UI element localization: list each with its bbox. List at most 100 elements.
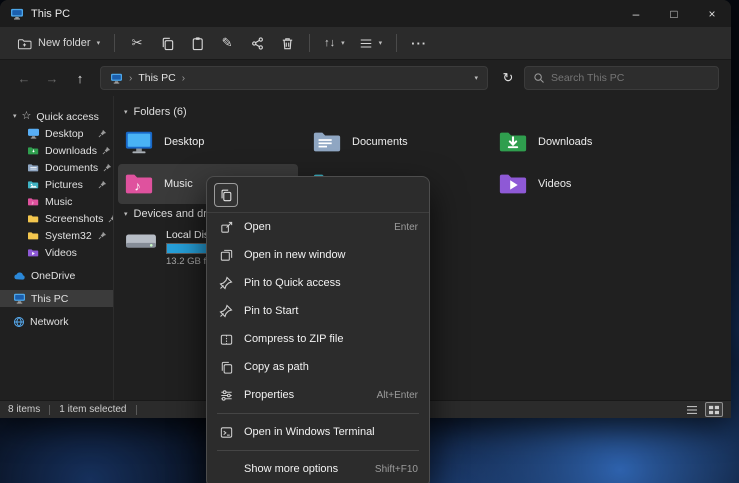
- menu-item-label: Pin to Quick access: [244, 277, 341, 289]
- back-button[interactable]: ←: [12, 66, 36, 90]
- paste-button[interactable]: [182, 31, 212, 55]
- view-button[interactable]: ▾: [352, 33, 390, 54]
- videos-tile-icon: [498, 169, 528, 199]
- titlebar: This PC – □ ×: [0, 0, 731, 27]
- chevron-down-icon: ▾: [341, 40, 345, 47]
- folder-tile-label: Documents: [352, 136, 408, 148]
- sidebar-item-screenshots[interactable]: Screenshots: [0, 210, 113, 227]
- address-bar[interactable]: › This PC › ▾: [100, 66, 488, 90]
- breadcrumb-separator[interactable]: ›: [182, 73, 185, 84]
- sidebar-item-documents[interactable]: Documents: [0, 159, 113, 176]
- sidebar-item-videos[interactable]: Videos: [0, 244, 113, 261]
- sidebar-item-downloads[interactable]: Downloads: [0, 142, 113, 159]
- menu-item-label: Open in new window: [244, 249, 346, 261]
- close-button[interactable]: ×: [693, 0, 731, 27]
- menu-item-label: Show more options: [244, 463, 338, 475]
- address-row: ← → ↑ › This PC › ▾ ↻: [0, 60, 731, 96]
- drive-icon: [124, 228, 158, 256]
- properties-icon: [218, 388, 234, 403]
- new-folder-button[interactable]: New folder ▾: [10, 33, 107, 54]
- rename-button[interactable]: ✎: [212, 31, 242, 55]
- menu-item-properties[interactable]: Properties Alt+Enter: [207, 381, 429, 409]
- folder-tile-label: Music: [164, 178, 193, 190]
- folder-tile-desktop[interactable]: Desktop: [118, 122, 298, 162]
- cut-button[interactable]: ✂: [122, 31, 152, 55]
- pin-icon: [102, 146, 111, 155]
- pin-icon: [98, 129, 107, 138]
- folders-section-header[interactable]: ▾ Folders (6): [124, 106, 187, 118]
- share-button[interactable]: [242, 31, 272, 55]
- folder-tile-videos[interactable]: Videos: [492, 164, 672, 204]
- folder-tile-documents[interactable]: Documents: [306, 122, 486, 162]
- sidebar-item-label: Screenshots: [45, 213, 103, 225]
- sidebar-item-pictures[interactable]: Pictures: [0, 176, 113, 193]
- breadcrumb-location[interactable]: This PC: [138, 72, 175, 84]
- pin-icon: [103, 163, 112, 172]
- folder-icon: [27, 213, 40, 224]
- downloads-tile-icon: [498, 127, 528, 157]
- selected-count: 1 item selected: [59, 404, 126, 415]
- details-view-button[interactable]: [683, 402, 701, 417]
- delete-button[interactable]: [272, 31, 302, 55]
- sidebar-item-label: Pictures: [45, 179, 83, 191]
- folder-tile-label: Videos: [538, 178, 571, 190]
- copy-button[interactable]: [214, 183, 238, 207]
- menu-item-pin-to-quick-access[interactable]: Pin to Quick access: [207, 269, 429, 297]
- sidebar-item-label: Downloads: [45, 145, 97, 157]
- more-options-button[interactable]: ···: [404, 31, 434, 55]
- sidebar-item-quick-access[interactable]: ▾ ☆ Quick access: [0, 108, 113, 125]
- address-dropdown-chevron-icon[interactable]: ▾: [474, 75, 478, 82]
- menu-separator: [217, 450, 419, 451]
- menu-item-label: Copy as path: [244, 361, 309, 373]
- up-button[interactable]: ↑: [68, 66, 92, 90]
- folder-tile-downloads[interactable]: Downloads: [492, 122, 672, 162]
- open-icon: [218, 220, 234, 235]
- sidebar-item-label: Quick access: [36, 111, 98, 123]
- menu-item-copy-as-path[interactable]: Copy as path: [207, 353, 429, 381]
- toolbar-separator: [309, 34, 310, 52]
- minimize-button[interactable]: –: [617, 0, 655, 27]
- forward-button[interactable]: →: [40, 66, 64, 90]
- sort-icon: ↑↓: [324, 37, 335, 49]
- desktop-wallpaper: { "titlebar": { "title": "This PC" }, "i…: [0, 0, 739, 483]
- menu-item-open[interactable]: Open Enter: [207, 213, 429, 241]
- menu-item-pin-to-start[interactable]: Pin to Start: [207, 297, 429, 325]
- sidebar-item-music[interactable]: ♪ Music: [0, 193, 113, 210]
- command-bar: New folder ▾ ✂ ✎ ↑↓ ▾ ▾ ···: [0, 27, 731, 60]
- menu-item-compress-to-zip[interactable]: Compress to ZIP file: [207, 325, 429, 353]
- music-folder-icon: ♪: [27, 196, 40, 207]
- new-folder-icon: [17, 37, 32, 50]
- sidebar-item-onedrive[interactable]: OneDrive: [0, 267, 113, 284]
- refresh-button[interactable]: ↻: [496, 66, 520, 90]
- thumbnails-view-button[interactable]: [705, 402, 723, 417]
- sidebar-item-label: Desktop: [45, 128, 84, 140]
- toolbar-separator: [114, 34, 115, 52]
- sidebar-item-desktop[interactable]: Desktop: [0, 125, 113, 142]
- copy-button[interactable]: [152, 31, 182, 55]
- menu-item-shortcut: Shift+F10: [375, 464, 418, 475]
- menu-item-open-in-new-window[interactable]: Open in new window: [207, 241, 429, 269]
- search-input[interactable]: [551, 72, 691, 84]
- items-count: 8 items: [8, 404, 40, 415]
- menu-item-show-more-options[interactable]: Show more options Shift+F10: [207, 455, 429, 483]
- documents-tile-icon: [312, 127, 342, 157]
- menu-item-open-in-windows-terminal[interactable]: Open in Windows Terminal: [207, 418, 429, 446]
- maximize-button[interactable]: □: [655, 0, 693, 27]
- sidebar-item-system32[interactable]: System32: [0, 227, 113, 244]
- sidebar-item-label: System32: [45, 230, 92, 242]
- pin-icon: [98, 180, 107, 189]
- sort-button[interactable]: ↑↓ ▾: [317, 33, 352, 53]
- onedrive-cloud-icon: [13, 271, 26, 281]
- statusbar-divider: [49, 405, 50, 415]
- chevron-down-icon[interactable]: ▾: [13, 113, 17, 120]
- new-folder-label: New folder: [38, 37, 91, 49]
- sidebar-item-network[interactable]: Network: [0, 313, 113, 330]
- sidebar-item-label: OneDrive: [31, 270, 75, 282]
- pin-icon: [218, 276, 234, 290]
- terminal-icon: [218, 425, 234, 440]
- zip-icon: [218, 332, 234, 347]
- sidebar-item-label: Network: [30, 316, 69, 328]
- sidebar-item-this-pc[interactable]: This PC: [0, 290, 113, 307]
- this-pc-icon: [13, 293, 26, 304]
- search-box[interactable]: [524, 66, 719, 90]
